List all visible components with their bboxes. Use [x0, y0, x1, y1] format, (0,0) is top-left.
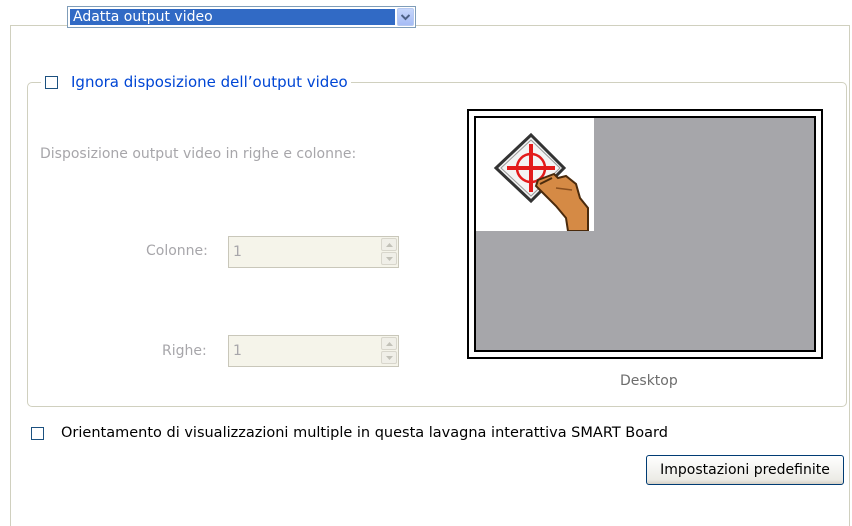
- columns-value: 1: [233, 244, 242, 260]
- touch-calibration-icon: [493, 132, 589, 232]
- chevron-down-icon[interactable]: [397, 8, 414, 26]
- ignore-layout-option[interactable]: Ignora disposizione dell’output video: [41, 71, 351, 93]
- ignore-layout-checkbox[interactable]: [45, 75, 58, 89]
- columns-down-button[interactable]: [381, 252, 397, 265]
- rows-label: Righe:: [162, 343, 207, 359]
- orientation-option[interactable]: Orientamento di visualizzazioni multiple…: [31, 425, 668, 441]
- desktop-preview-area: [474, 116, 816, 352]
- rows-down-button[interactable]: [381, 351, 397, 364]
- output-mode-selected-value: Adatta output video: [70, 9, 395, 25]
- rows-value: 1: [233, 343, 242, 359]
- columns-spinner[interactable]: 1: [228, 236, 399, 268]
- desktop-preview: [467, 109, 823, 359]
- display-cell: [476, 118, 594, 232]
- ignore-layout-label: Ignora disposizione dell’output video: [71, 73, 348, 91]
- output-mode-select[interactable]: Adatta output video: [67, 6, 416, 28]
- defaults-button[interactable]: Impostazioni predefinite: [646, 455, 844, 485]
- orientation-label: Orientamento di visualizzazioni multiple…: [61, 425, 668, 441]
- rows-spinner[interactable]: 1: [228, 335, 399, 367]
- desktop-caption: Desktop: [620, 373, 678, 389]
- layout-description: Disposizione output video in righe e col…: [40, 146, 357, 162]
- columns-up-button[interactable]: [381, 238, 397, 251]
- orientation-checkbox[interactable]: [31, 426, 44, 440]
- rows-up-button[interactable]: [381, 337, 397, 350]
- columns-label: Colonne:: [146, 243, 208, 259]
